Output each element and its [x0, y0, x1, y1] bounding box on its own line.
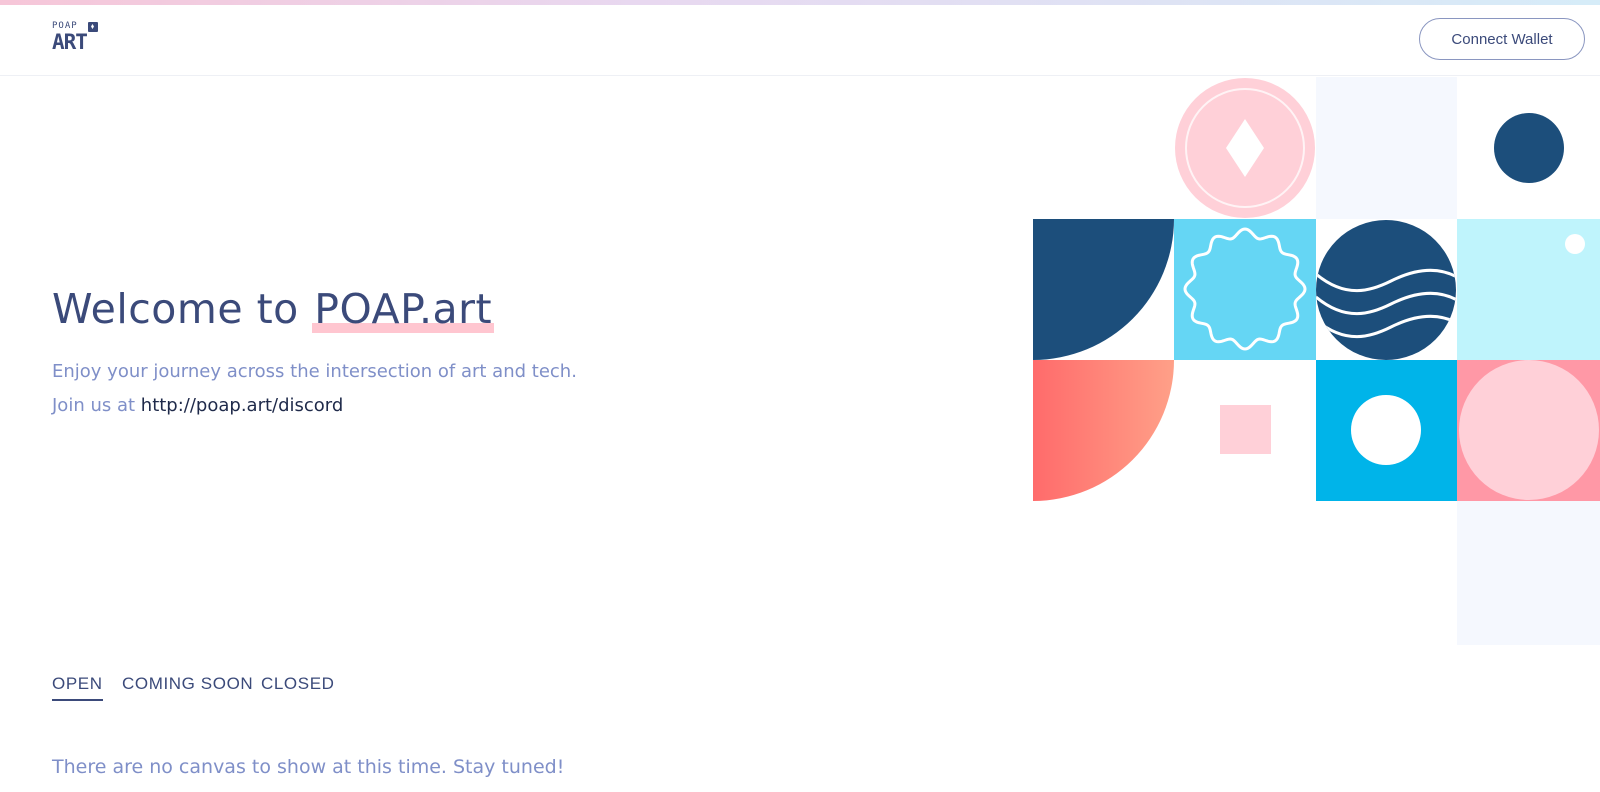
- navy-quarter-circle: [1033, 219, 1174, 360]
- top-header: POAP ART Connect Wallet: [0, 5, 1600, 76]
- pale-tile-top: [1316, 77, 1457, 219]
- hero-join-line: Join us at http://poap.art/discord: [52, 395, 343, 416]
- light-cyan-tile: [1457, 219, 1600, 360]
- hero-title-highlight: POAP.art: [312, 285, 495, 333]
- pink-square: [1220, 405, 1271, 454]
- hero-title: Welcome to POAP.art: [52, 285, 495, 333]
- logo-wordmark-big: ART: [52, 30, 88, 54]
- join-prefix: Join us at: [52, 395, 141, 416]
- connect-wallet-button[interactable]: Connect Wallet: [1419, 18, 1585, 60]
- navy-wave-circle: [1316, 220, 1456, 360]
- tab-closed[interactable]: CLOSED: [261, 674, 335, 694]
- hero-tagline: Enjoy your journey across the intersecti…: [52, 361, 577, 382]
- pale-tile-bottom: [1457, 495, 1600, 645]
- discord-link[interactable]: http://poap.art/discord: [141, 395, 344, 416]
- blue-ring-tile: [1316, 360, 1457, 501]
- pink-diamond-badge: [1175, 78, 1315, 218]
- navy-dot: [1494, 113, 1564, 183]
- poap-art-logo[interactable]: POAP ART: [52, 21, 98, 57]
- pink-circle-tile: [1457, 360, 1600, 501]
- hero-title-prefix: Welcome to: [52, 285, 313, 333]
- sky-wavy-badge: [1174, 219, 1316, 360]
- coral-quarter-circle: [1033, 360, 1174, 501]
- tab-open[interactable]: OPEN: [52, 674, 103, 701]
- tab-coming-soon[interactable]: COMING SOON: [122, 674, 253, 694]
- hero-geometric-art: [1033, 77, 1600, 645]
- empty-canvas-message: There are no canvas to show at this time…: [52, 756, 565, 778]
- logo-badge-icon: [88, 22, 98, 32]
